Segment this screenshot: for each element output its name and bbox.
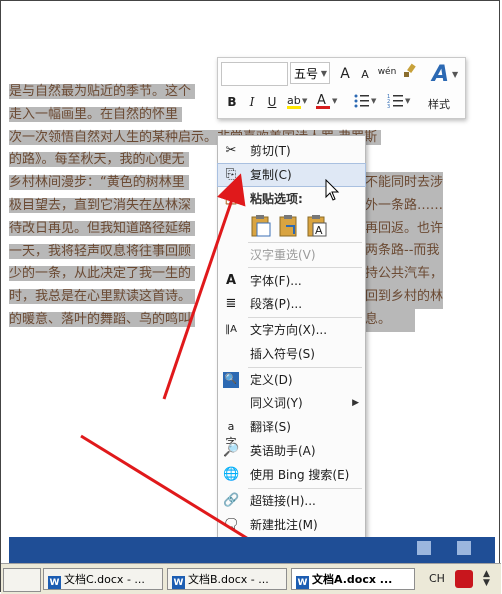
arrow-to-copy-icon <box>162 173 246 400</box>
view-layout-icon[interactable] <box>417 541 431 555</box>
word-icon: W <box>296 576 309 589</box>
task-doc-b[interactable]: W 文档B.docx - ... <box>167 568 287 590</box>
status-bar <box>9 537 495 563</box>
task-doc-c[interactable]: W 文档C.docx - ... <box>43 568 163 590</box>
view-web-icon[interactable] <box>457 541 471 555</box>
task-doc-c-label: 文档C.docx - ... <box>64 573 145 586</box>
task-left-fragment[interactable] <box>3 568 41 592</box>
task-doc-a[interactable]: W 文档A.docx ... <box>291 568 415 590</box>
tray-app-icon[interactable] <box>455 570 473 588</box>
annotation-arrows <box>80 173 295 568</box>
ime-indicator[interactable]: CH <box>429 572 445 585</box>
task-doc-a-label: 文档A.docx ... <box>312 573 393 586</box>
word-icon: W <box>172 576 185 589</box>
task-doc-b-label: 文档B.docx - ... <box>188 573 269 586</box>
windows-taskbar: W 文档C.docx - ... W 文档B.docx - ... W 文档A.doc… <box>1 563 501 594</box>
scroll-arrows-icon[interactable]: ▲ ▼ <box>483 570 490 588</box>
word-icon: W <box>48 576 61 589</box>
screenshot-frame: 是与自然最为贴近的季节。这个 走入一幅画里。在自然的怀里 次一次领悟自然对人生的… <box>0 0 501 594</box>
